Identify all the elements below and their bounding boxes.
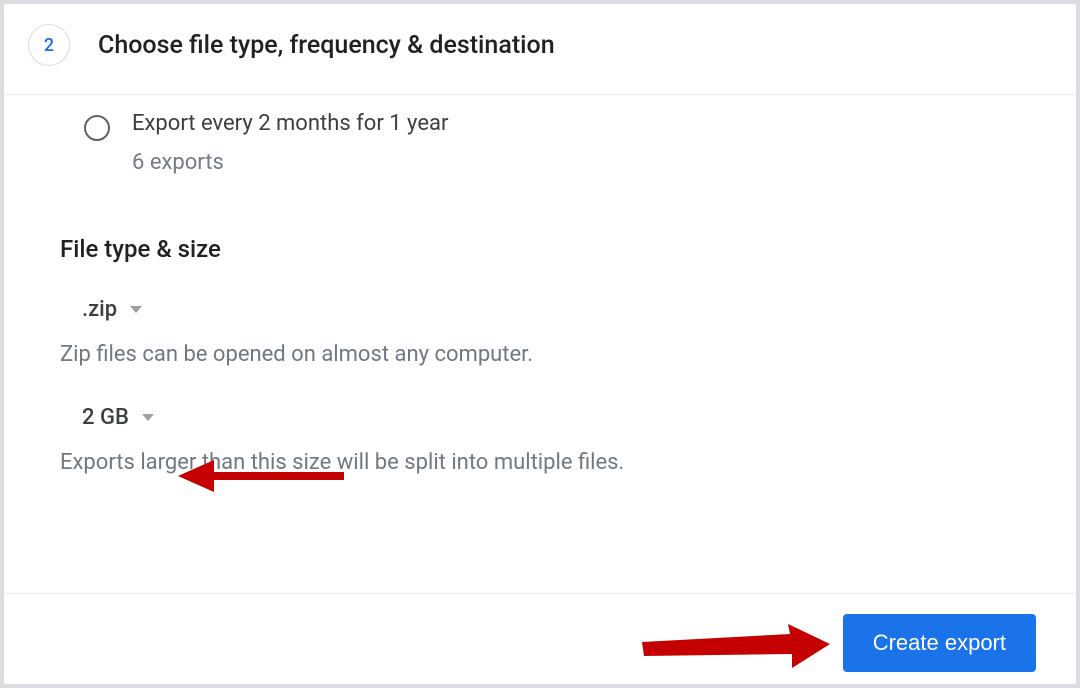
step-content: Export every 2 months for 1 year 6 expor… bbox=[4, 95, 1076, 593]
file-type-size-heading: File type & size bbox=[60, 235, 1028, 263]
chevron-down-icon bbox=[141, 413, 155, 423]
file-type-dropdown[interactable]: .zip bbox=[64, 287, 154, 332]
file-size-dropdown[interactable]: 2 GB bbox=[64, 395, 165, 440]
radio-icon bbox=[84, 115, 110, 141]
file-type-value: .zip bbox=[82, 297, 117, 322]
file-size-help: Exports larger than this size will be sp… bbox=[60, 450, 1028, 475]
settings-card: 2 Choose file type, frequency & destinat… bbox=[4, 4, 1076, 684]
frequency-option-label: Export every 2 months for 1 year bbox=[132, 111, 448, 136]
footer: Create export bbox=[4, 593, 1076, 684]
step-number: 2 bbox=[44, 35, 54, 56]
step-header: 2 Choose file type, frequency & destinat… bbox=[4, 4, 1076, 95]
chevron-down-icon bbox=[129, 305, 143, 315]
step-number-badge: 2 bbox=[28, 24, 70, 66]
frequency-option-sublabel: 6 exports bbox=[132, 150, 448, 175]
file-type-help: Zip files can be opened on almost any co… bbox=[60, 342, 1028, 367]
create-export-button[interactable]: Create export bbox=[843, 614, 1036, 672]
step-title: Choose file type, frequency & destinatio… bbox=[98, 31, 555, 60]
frequency-option-every-2-months[interactable]: Export every 2 months for 1 year 6 expor… bbox=[60, 103, 1028, 199]
file-size-value: 2 GB bbox=[82, 405, 129, 430]
